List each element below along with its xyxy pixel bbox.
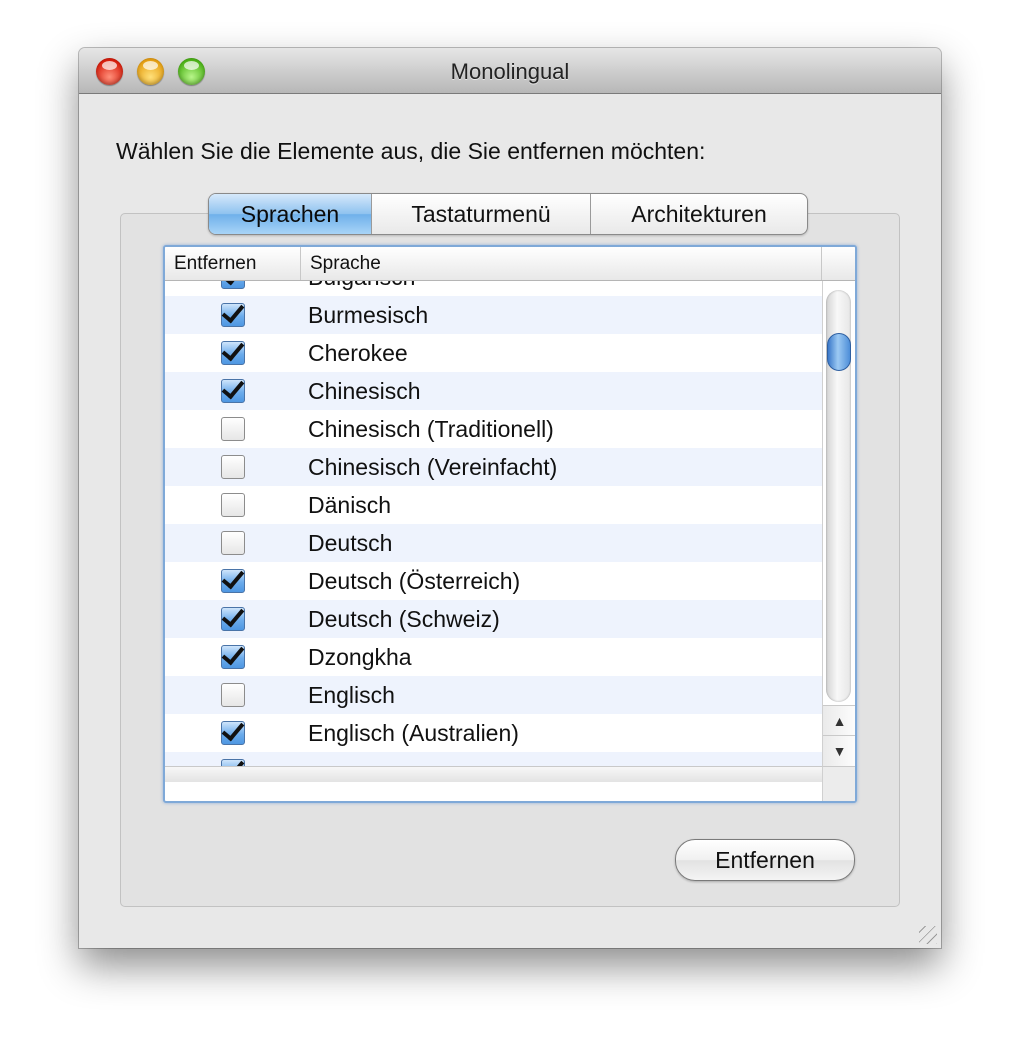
language-name: Bulgarisch: [308, 281, 415, 296]
remove-checkbox[interactable]: [221, 645, 245, 669]
table-row[interactable]: Deutsch (Österreich): [165, 562, 822, 600]
table-row[interactable]: Englisch (Australien): [165, 714, 822, 752]
tab-sprachen[interactable]: Sprachen: [209, 194, 372, 234]
remove-checkbox[interactable]: [221, 493, 245, 517]
table-header: Entfernen Sprache: [165, 247, 855, 281]
column-header-entfernen[interactable]: Entfernen: [165, 247, 301, 280]
scroll-thumb[interactable]: [827, 333, 851, 371]
scroll-down-arrow-icon[interactable]: ▼: [823, 735, 855, 766]
app-window: Monolingual Wählen Sie die Elemente aus,…: [79, 48, 941, 948]
language-name: Burmesisch: [308, 302, 429, 328]
table-row[interactable]: Bulgarisch: [165, 281, 822, 296]
table-row[interactable]: Deutsch: [165, 524, 822, 562]
remove-checkbox[interactable]: [221, 455, 245, 479]
remove-checkbox[interactable]: [221, 303, 245, 327]
table-row[interactable]: Cherokee: [165, 334, 822, 372]
column-header-sprache[interactable]: Sprache: [301, 247, 822, 280]
remove-checkbox[interactable]: [221, 341, 245, 365]
horizontal-scrollbar[interactable]: [165, 766, 822, 782]
remove-checkbox[interactable]: [221, 379, 245, 403]
remove-checkbox[interactable]: [221, 607, 245, 631]
tab-bar: Sprachen Tastaturmenü Architekturen: [208, 193, 808, 235]
language-name: Dzongkha: [308, 644, 412, 670]
language-name: Englisch (Australien): [308, 720, 519, 746]
instruction-label: Wählen Sie die Elemente aus, die Sie ent…: [116, 138, 706, 164]
table-row[interactable]: Dänisch: [165, 486, 822, 524]
language-name: Chinesisch (Vereinfacht): [308, 454, 558, 480]
table-row[interactable]: Deutsch (Schweiz): [165, 600, 822, 638]
language-name: Deutsch (Schweiz): [308, 606, 500, 632]
window-title: Monolingual: [450, 59, 570, 84]
language-table: Entfernen Sprache Bulgarisch Burmesisch Ch…: [163, 245, 857, 803]
table-row[interactable]: Chinesisch (Traditionell): [165, 410, 822, 448]
resize-grip-icon[interactable]: [919, 926, 937, 944]
remove-button[interactable]: Entfernen: [675, 839, 855, 881]
vertical-scrollbar[interactable]: ▲ ▼: [822, 281, 855, 766]
language-name: Englisch: [308, 682, 395, 708]
language-name: Cherokee: [308, 340, 408, 366]
remove-checkbox[interactable]: [221, 531, 245, 555]
table-row[interactable]: [165, 752, 822, 766]
tab-architekturen[interactable]: Architekturen: [591, 194, 807, 234]
scroll-up-arrow-icon[interactable]: ▲: [823, 705, 855, 736]
language-name: Chinesisch: [308, 378, 421, 404]
scroll-corner: [822, 766, 855, 801]
table-row[interactable]: Burmesisch: [165, 296, 822, 334]
remove-checkbox[interactable]: [221, 759, 245, 766]
language-name: Chinesisch (Traditionell): [308, 416, 554, 442]
remove-checkbox[interactable]: [221, 721, 245, 745]
title-bar[interactable]: Monolingual: [79, 48, 941, 94]
remove-checkbox[interactable]: [221, 281, 245, 289]
remove-checkbox[interactable]: [221, 417, 245, 441]
table-row[interactable]: Chinesisch: [165, 372, 822, 410]
table-body: Bulgarisch Burmesisch Cherokee Chinesisch Ch…: [165, 281, 822, 766]
language-name: Deutsch (Österreich): [308, 568, 521, 594]
table-row[interactable]: Englisch: [165, 676, 822, 714]
remove-checkbox[interactable]: [221, 683, 245, 707]
language-name: Deutsch: [308, 530, 393, 556]
remove-checkbox[interactable]: [221, 569, 245, 593]
language-name: Dänisch: [308, 492, 392, 518]
table-row[interactable]: Dzongkha: [165, 638, 822, 676]
tab-tastaturmenue[interactable]: Tastaturmenü: [372, 194, 591, 234]
table-rows: Bulgarisch Burmesisch Cherokee Chinesisch Ch…: [165, 281, 822, 766]
table-row[interactable]: Chinesisch (Vereinfacht): [165, 448, 822, 486]
